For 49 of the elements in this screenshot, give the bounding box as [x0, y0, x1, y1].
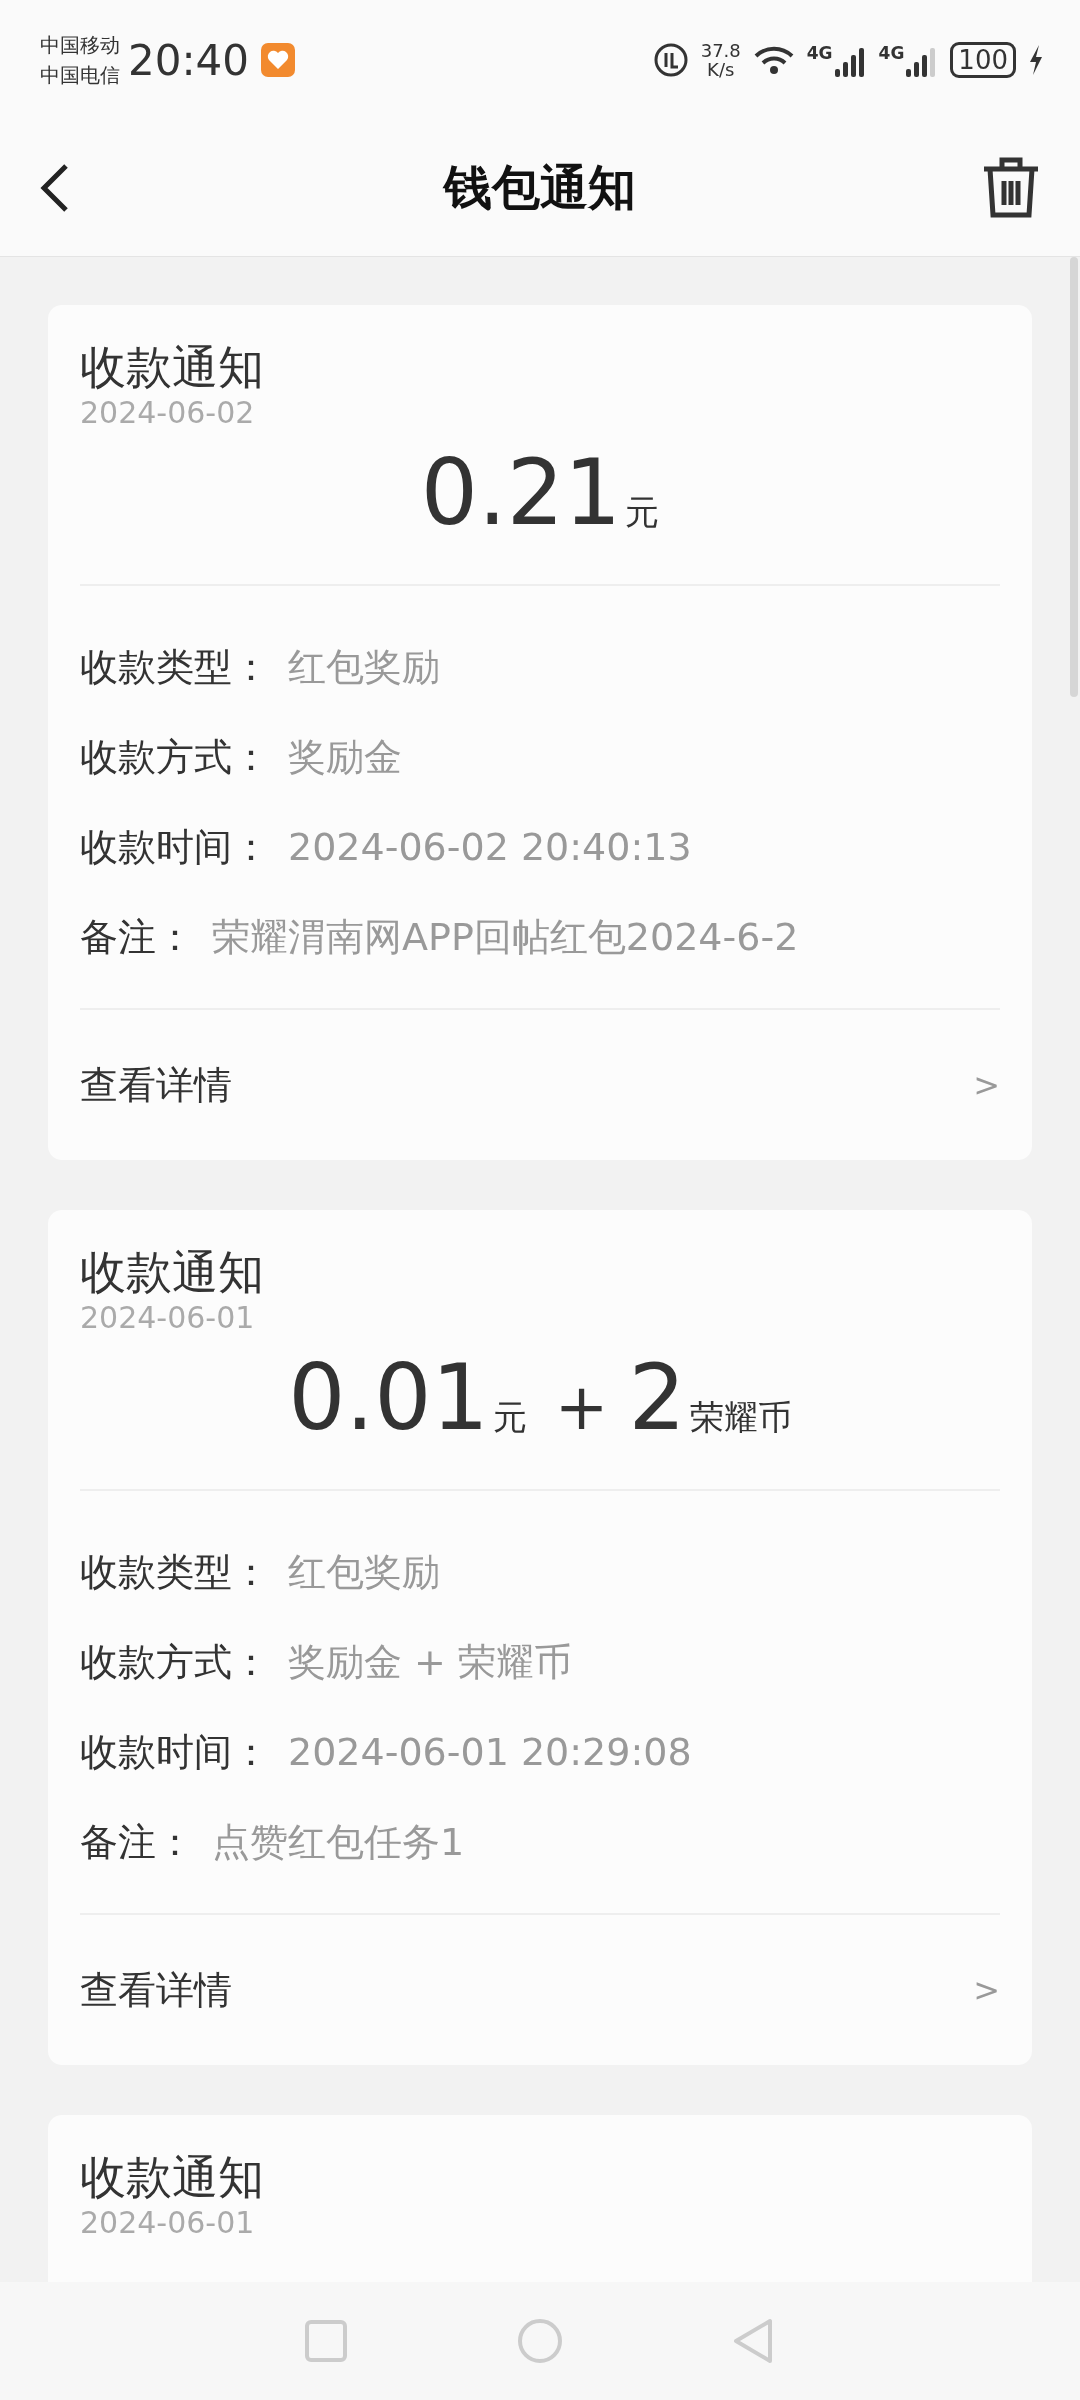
- field-label: 收款时间：: [80, 1728, 270, 1776]
- field-label: 收款时间：: [80, 823, 270, 871]
- speed-unit: K/s: [707, 60, 735, 79]
- field-value: 奖励金 + 荣耀币: [288, 1638, 572, 1686]
- field-value: 红包奖励: [288, 1548, 440, 1596]
- network-type: 4G: [806, 43, 833, 63]
- network-speed: 37.8: [700, 41, 741, 60]
- field-label: 备注：: [80, 913, 194, 961]
- home-icon[interactable]: [516, 2317, 564, 2365]
- carrier-name: 中国移动: [40, 32, 120, 59]
- field-value: 奖励金: [288, 733, 402, 781]
- field-label: 收款类型：: [80, 643, 270, 691]
- scrollbar[interactable]: [1070, 257, 1078, 697]
- amount-value: 0.01: [288, 1344, 489, 1452]
- page-title: 钱包通知: [444, 159, 636, 215]
- card-title: 收款通知: [80, 1244, 264, 1300]
- field-value: 荣耀渭南网APP回帖红包2024-6-2: [212, 913, 799, 961]
- amount-unit: 荣耀币: [689, 1396, 792, 1439]
- field-value: 红包奖励: [288, 643, 440, 691]
- amount-unit: 元: [492, 1396, 527, 1439]
- field-value: 点赞红包任务1: [212, 1818, 465, 1866]
- card-date: 2024-06-01: [80, 1300, 256, 1335]
- details-link[interactable]: 查看详情 >: [80, 1010, 1000, 1160]
- heart-app-icon: [261, 43, 296, 77]
- details-link[interactable]: 查看详情 >: [80, 1915, 1000, 2065]
- field-label: 收款方式：: [80, 733, 270, 781]
- card-date: 2024-06-01: [80, 2205, 256, 2240]
- carrier-name: 中国电信: [40, 62, 120, 89]
- network-type: 4G: [878, 43, 905, 63]
- recent-apps-icon[interactable]: [304, 2319, 348, 2363]
- chevron-icon: >: [973, 1066, 1000, 1104]
- chevron-icon: >: [973, 1971, 1000, 2009]
- amount-unit: 元: [625, 491, 660, 534]
- field-label: 收款类型：: [80, 1548, 270, 1596]
- clock: 20:40: [128, 35, 250, 85]
- card-title: 收款通知: [80, 339, 264, 395]
- wifi-icon: [752, 44, 795, 76]
- data-saver-icon: [652, 42, 689, 78]
- card-title: 收款通知: [80, 2149, 264, 2205]
- field-label: 备注：: [80, 1818, 194, 1866]
- field-label: 收款方式：: [80, 1638, 270, 1686]
- amount-value: 2: [628, 1344, 686, 1452]
- plus-sign: +: [554, 1370, 609, 1444]
- battery-level: 100: [950, 42, 1016, 78]
- charging-icon: [1028, 45, 1044, 75]
- amount-value: 0.21: [420, 439, 622, 547]
- field-value: 2024-06-01 20:29:08: [288, 1730, 692, 1774]
- field-value: 2024-06-02 20:40:13: [288, 825, 692, 869]
- card-date: 2024-06-02: [80, 395, 256, 430]
